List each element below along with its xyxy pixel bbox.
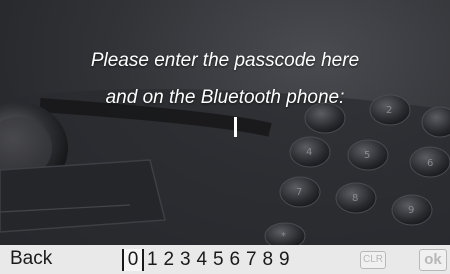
back-button[interactable]: Back <box>10 248 52 270</box>
digit-1[interactable]: 1 <box>144 249 161 271</box>
text-cursor <box>234 117 237 137</box>
digit-4[interactable]: 4 <box>194 249 211 271</box>
svg-text:*: * <box>281 231 286 242</box>
svg-text:8: 8 <box>352 193 358 204</box>
svg-text:7: 7 <box>296 187 302 198</box>
clear-button[interactable]: CLR <box>360 251 386 269</box>
digit-9[interactable]: 9 <box>276 249 293 271</box>
digit-3[interactable]: 3 <box>177 249 194 271</box>
digit-5[interactable]: 5 <box>210 249 227 271</box>
svg-text:4: 4 <box>306 147 312 158</box>
svg-text:5: 5 <box>364 150 370 161</box>
passcode-entry-screen: 2 4 5 6 7 8 9 * Please enter the passcod… <box>0 0 450 274</box>
digit-0[interactable]: 0 <box>122 248 144 271</box>
digit-6[interactable]: 6 <box>227 249 244 271</box>
svg-text:9: 9 <box>408 205 414 216</box>
digit-7[interactable]: 7 <box>243 249 260 271</box>
prompt-line-1: Please enter the passcode here <box>90 50 360 71</box>
ok-button[interactable]: ok <box>419 249 447 271</box>
prompt-line-2: and on the Bluetooth phone: <box>105 87 345 108</box>
digit-2[interactable]: 2 <box>161 249 178 271</box>
digit-8[interactable]: 8 <box>260 249 277 271</box>
digit-selector: 0 1 2 3 4 5 6 7 8 9 <box>122 245 293 274</box>
svg-text:6: 6 <box>427 158 433 169</box>
phone-keypad-background: 2 4 5 6 7 8 9 * <box>0 89 450 245</box>
